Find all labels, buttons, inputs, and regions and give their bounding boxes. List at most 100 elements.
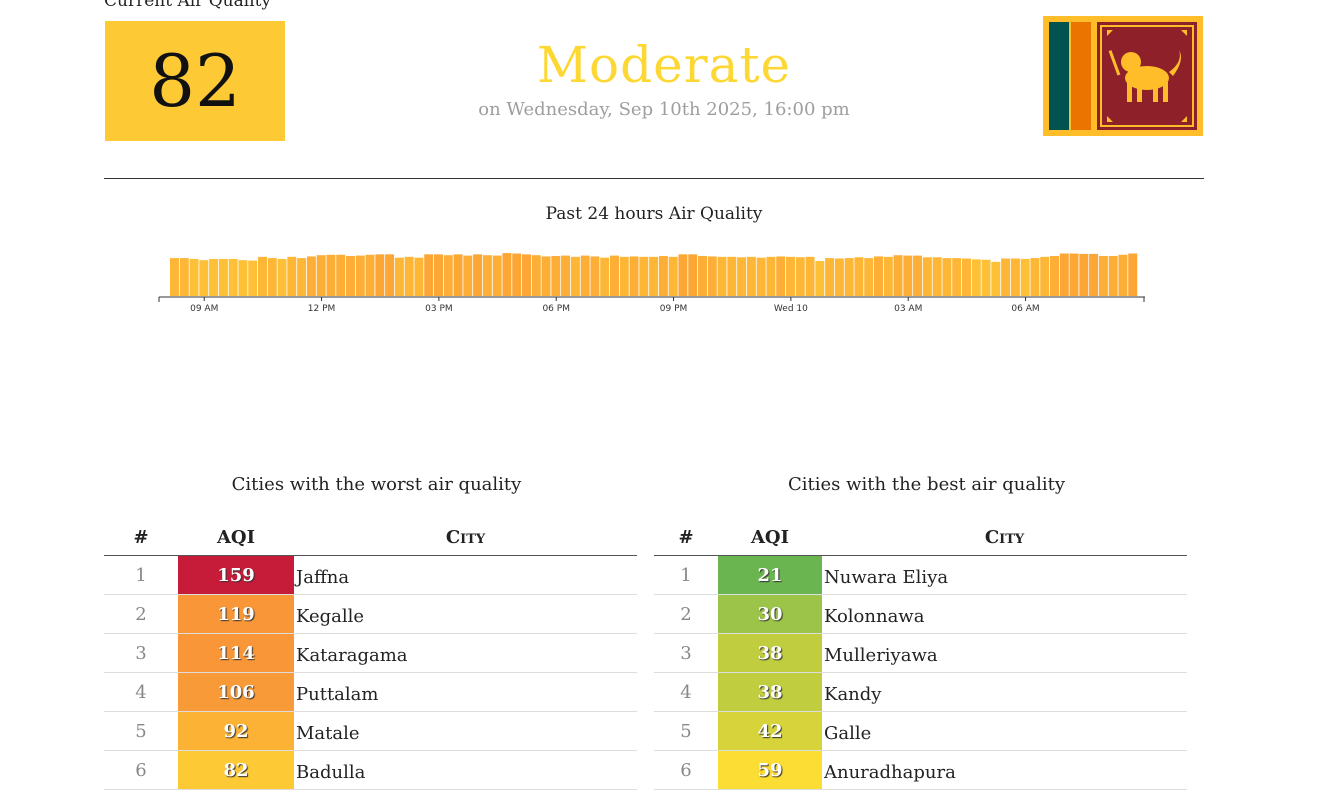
city-link[interactable]: Kolonnawa bbox=[822, 594, 1187, 634]
chart-bar[interactable] bbox=[199, 260, 209, 296]
chart-bar[interactable] bbox=[649, 256, 659, 296]
chart-bar[interactable] bbox=[1069, 253, 1079, 296]
city-link[interactable]: Galle bbox=[822, 711, 1187, 751]
table-row[interactable]: 6 59 Anuradhapura bbox=[654, 750, 1187, 790]
chart-bar[interactable] bbox=[355, 255, 365, 296]
chart-bar[interactable] bbox=[502, 253, 512, 296]
chart-bar[interactable] bbox=[453, 254, 463, 296]
chart-bar[interactable] bbox=[864, 258, 874, 296]
chart-bar[interactable] bbox=[522, 254, 531, 296]
table-row[interactable]: 1 159 Jaffna bbox=[104, 555, 637, 595]
chart-bar[interactable] bbox=[189, 258, 199, 296]
chart-bar[interactable] bbox=[463, 255, 473, 296]
chart-bar[interactable] bbox=[443, 255, 453, 296]
chart-bar[interactable] bbox=[1079, 253, 1089, 296]
table-row[interactable]: 3 38 Mulleriyawa bbox=[654, 633, 1187, 673]
chart-bar[interactable] bbox=[1040, 256, 1050, 296]
chart-bar[interactable] bbox=[248, 260, 258, 296]
chart-bar[interactable] bbox=[473, 254, 483, 296]
chart-bar[interactable] bbox=[619, 256, 629, 296]
chart-bar[interactable] bbox=[600, 257, 610, 296]
chart-bar[interactable] bbox=[531, 255, 541, 296]
chart-bar[interactable] bbox=[580, 255, 590, 296]
chart-bar[interactable] bbox=[238, 260, 248, 296]
chart-bar[interactable] bbox=[952, 258, 962, 296]
chart-bar[interactable] bbox=[424, 254, 434, 296]
city-link[interactable]: Nuwara Eliya bbox=[822, 555, 1187, 595]
chart-bar[interactable] bbox=[1108, 256, 1118, 296]
chart-bar[interactable] bbox=[795, 257, 805, 296]
city-link[interactable]: Puttalam bbox=[294, 672, 637, 712]
city-link[interactable]: Kataragama bbox=[294, 633, 637, 673]
city-link[interactable]: Badulla bbox=[294, 750, 637, 790]
chart-bar[interactable] bbox=[913, 255, 923, 296]
chart-bar[interactable] bbox=[776, 256, 786, 296]
chart-bar[interactable] bbox=[346, 256, 355, 296]
chart-bar[interactable] bbox=[932, 257, 942, 296]
chart-bar[interactable] bbox=[375, 254, 385, 296]
city-link[interactable]: Mulleriyawa bbox=[822, 633, 1187, 673]
chart-bar[interactable] bbox=[297, 258, 307, 296]
chart-bar[interactable] bbox=[316, 255, 326, 296]
table-row[interactable]: 5 42 Galle bbox=[654, 711, 1187, 751]
chart-bar[interactable] bbox=[482, 255, 492, 296]
chart-bar[interactable] bbox=[991, 261, 1001, 296]
chart-bar[interactable] bbox=[218, 258, 228, 296]
chart-bar[interactable] bbox=[698, 256, 707, 296]
chart-bar[interactable] bbox=[668, 256, 678, 296]
table-row[interactable]: 4 38 Kandy bbox=[654, 672, 1187, 712]
chart-bar[interactable] bbox=[258, 256, 267, 296]
chart-bar[interactable] bbox=[707, 256, 717, 296]
city-link[interactable]: Anuradhapura bbox=[822, 750, 1187, 790]
city-link[interactable]: Jaffna bbox=[294, 555, 637, 595]
chart-bar[interactable] bbox=[267, 258, 277, 296]
chart-bar[interactable] bbox=[962, 258, 971, 296]
chart-bar[interactable] bbox=[336, 254, 346, 296]
chart-bar[interactable] bbox=[746, 256, 756, 296]
chart-bar[interactable] bbox=[179, 258, 189, 296]
table-row[interactable]: 2 30 Kolonnawa bbox=[654, 594, 1187, 634]
chart-bar[interactable] bbox=[326, 254, 336, 296]
table-row[interactable]: 4 106 Puttalam bbox=[104, 672, 637, 712]
chart-bar[interactable] bbox=[287, 256, 297, 296]
chart-bar[interactable] bbox=[1089, 253, 1099, 296]
chart-bar[interactable] bbox=[639, 256, 649, 296]
chart-bar[interactable] bbox=[825, 258, 835, 296]
city-link[interactable]: Kandy bbox=[822, 672, 1187, 712]
chart-bar[interactable] bbox=[590, 256, 600, 296]
chart-bar[interactable] bbox=[541, 256, 551, 296]
chart-bar[interactable] bbox=[658, 256, 668, 296]
chart-bar[interactable] bbox=[1050, 256, 1059, 296]
chart-bar[interactable] bbox=[874, 256, 883, 296]
chart-bar[interactable] bbox=[365, 254, 375, 296]
chart-bar[interactable] bbox=[1030, 258, 1040, 296]
chart-bar[interactable] bbox=[404, 256, 414, 296]
chart-bar[interactable] bbox=[306, 256, 316, 296]
chart-bar[interactable] bbox=[678, 254, 688, 296]
chart-bar[interactable] bbox=[492, 255, 502, 296]
chart-bar[interactable] bbox=[1001, 258, 1011, 296]
chart-bar[interactable] bbox=[209, 258, 219, 296]
table-row[interactable]: 3 114 Kataragama bbox=[104, 633, 637, 673]
chart-bar[interactable] bbox=[629, 256, 639, 296]
chart-bar[interactable] bbox=[277, 258, 287, 296]
chart-bar[interactable] bbox=[834, 258, 844, 296]
chart-bar[interactable] bbox=[1020, 258, 1030, 296]
chart-bar[interactable] bbox=[228, 258, 238, 296]
chart-bar[interactable] bbox=[434, 254, 443, 296]
chart-bar[interactable] bbox=[786, 256, 795, 296]
chart-bar[interactable] bbox=[971, 259, 981, 296]
chart-bar[interactable] bbox=[922, 257, 932, 296]
city-link[interactable]: Matale bbox=[294, 711, 637, 751]
chart-bar[interactable] bbox=[385, 254, 395, 296]
chart-bar[interactable] bbox=[766, 256, 776, 296]
table-row[interactable]: 1 21 Nuwara Eliya bbox=[654, 555, 1187, 595]
chart-bar[interactable] bbox=[1128, 253, 1138, 296]
city-link[interactable]: Kegalle bbox=[294, 594, 637, 634]
chart-bar[interactable] bbox=[844, 258, 854, 296]
chart-bar[interactable] bbox=[893, 255, 903, 296]
chart-bar[interactable] bbox=[903, 255, 913, 296]
chart-bar[interactable] bbox=[1059, 253, 1069, 296]
chart-bar[interactable] bbox=[981, 259, 991, 296]
chart-bar[interactable] bbox=[717, 256, 727, 296]
